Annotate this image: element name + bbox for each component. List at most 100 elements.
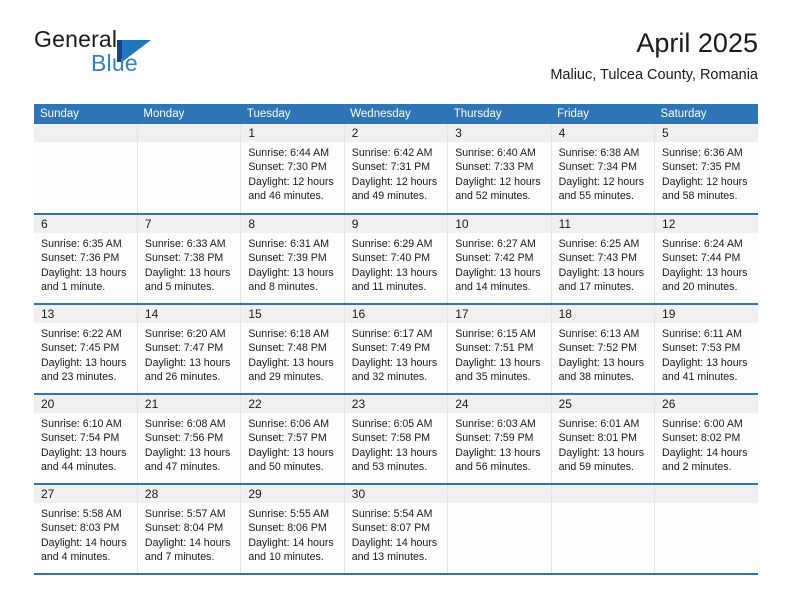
- calendar-day-cell[interactable]: 25 Sunrise: 6:01 AM Sunset: 8:01 PM Dayligh…: [550, 394, 655, 485]
- sunrise-text: Sunrise: 6:35 AM: [41, 238, 122, 250]
- calendar-day-cell[interactable]: 30 Sunrise: 5:54 AM Sunset: 8:07 PM Dayligh…: [343, 484, 448, 575]
- daylight-text: and 38 minutes.: [558, 370, 634, 383]
- day-details: Sunrise: 6:42 AM Sunset: 7:31 PM Daylight:…: [345, 142, 447, 203]
- logo-text-blue: Blue: [91, 50, 138, 76]
- calendar-day-cell[interactable]: 26 Sunrise: 6:00 AM Sunset: 8:02 PM Dayligh…: [654, 394, 758, 485]
- calendar-day-cell-empty: [550, 484, 655, 575]
- calendar-day-cell[interactable]: 20 Sunrise: 6:10 AM Sunset: 7:54 PM Dayligh…: [34, 394, 138, 485]
- sunset-text: Sunset: 8:01 PM: [558, 432, 637, 445]
- calendar-day-cell[interactable]: 19 Sunrise: 6:11 AM Sunset: 7:53 PM Dayligh…: [654, 304, 758, 395]
- calendar-day-cell[interactable]: 23 Sunrise: 6:05 AM Sunset: 7:58 PM Dayligh…: [343, 394, 448, 485]
- daylight-text: Daylight: 13 hours: [41, 356, 127, 369]
- daylight-text: and 49 minutes.: [351, 189, 428, 202]
- daylight-text: Daylight: 13 hours: [144, 446, 231, 459]
- calendar-day-cell[interactable]: 27 Sunrise: 5:58 AM Sunset: 8:03 PM Dayligh…: [34, 484, 138, 575]
- sunrise-text: Sunrise: 5:55 AM: [248, 508, 330, 520]
- sunrise-text: Sunrise: 6:15 AM: [455, 328, 536, 340]
- daylight-text: Daylight: 12 hours: [558, 175, 644, 188]
- sunset-text: Sunset: 7:31 PM: [351, 161, 431, 174]
- daylight-text: and 47 minutes.: [144, 460, 221, 473]
- day-details: Sunrise: 6:25 AM Sunset: 7:43 PM Daylight:…: [552, 233, 654, 294]
- calendar-day-cell[interactable]: 10 Sunrise: 6:27 AM Sunset: 7:42 PM Dayligh…: [447, 214, 552, 305]
- daylight-text: and 4 minutes.: [41, 550, 111, 563]
- sunrise-text: Sunrise: 6:44 AM: [248, 147, 330, 159]
- calendar-day-cell[interactable]: 18 Sunrise: 6:13 AM Sunset: 7:52 PM Dayligh…: [550, 304, 655, 395]
- daylight-text: and 50 minutes.: [248, 460, 324, 473]
- daylight-text: Daylight: 13 hours: [662, 356, 748, 369]
- calendar-day-cell-empty: [447, 484, 552, 575]
- day-number: 28: [137, 485, 241, 503]
- calendar-day-cell[interactable]: 12 Sunrise: 6:24 AM Sunset: 7:44 PM Dayligh…: [654, 214, 758, 305]
- day-details: Sunrise: 6:22 AM Sunset: 7:45 PM Daylight:…: [34, 323, 137, 384]
- daylight-text: and 29 minutes.: [248, 370, 324, 383]
- sunrise-text: Sunrise: 6:38 AM: [558, 147, 640, 159]
- day-number: [34, 124, 137, 142]
- calendar-day-cell[interactable]: 21 Sunrise: 6:08 AM Sunset: 7:56 PM Dayligh…: [136, 394, 241, 485]
- daylight-text: Daylight: 14 hours: [662, 446, 748, 459]
- day-details: Sunrise: 6:44 AM Sunset: 7:30 PM Daylight:…: [241, 142, 343, 203]
- calendar-day-cell[interactable]: 15 Sunrise: 6:18 AM Sunset: 7:48 PM Dayligh…: [240, 304, 345, 395]
- day-details: Sunrise: 6:05 AM Sunset: 7:58 PM Daylight:…: [345, 413, 447, 474]
- sunset-text: Sunset: 8:02 PM: [662, 432, 741, 445]
- sunset-text: Sunset: 7:42 PM: [455, 252, 534, 265]
- daylight-text: and 23 minutes.: [41, 370, 117, 383]
- day-number: 29: [241, 485, 344, 503]
- calendar-day-cell[interactable]: 14 Sunrise: 6:20 AM Sunset: 7:47 PM Dayligh…: [136, 304, 241, 395]
- sunset-text: Sunset: 7:39 PM: [248, 252, 327, 265]
- calendar-day-cell[interactable]: 28 Sunrise: 5:57 AM Sunset: 8:04 PM Dayligh…: [136, 484, 241, 575]
- calendar-day-cell[interactable]: 3 Sunrise: 6:40 AM Sunset: 7:33 PM Daylight…: [447, 124, 552, 215]
- sunrise-text: Sunrise: 6:03 AM: [455, 418, 536, 430]
- day-details: Sunrise: 6:24 AM Sunset: 7:44 PM Daylight:…: [655, 233, 758, 294]
- calendar-day-cell[interactable]: 11 Sunrise: 6:25 AM Sunset: 7:43 PM Dayligh…: [550, 214, 655, 305]
- calendar-day-cell[interactable]: 8 Sunrise: 6:31 AM Sunset: 7:39 PM Daylight…: [240, 214, 345, 305]
- calendar-day-cell[interactable]: 17 Sunrise: 6:15 AM Sunset: 7:51 PM Dayligh…: [447, 304, 552, 395]
- calendar-day-cell[interactable]: 13 Sunrise: 6:22 AM Sunset: 7:45 PM Dayligh…: [34, 304, 138, 395]
- day-details: Sunrise: 6:11 AM Sunset: 7:53 PM Daylight:…: [655, 323, 758, 384]
- weekday-header-monday: Monday: [137, 104, 241, 124]
- daylight-text: and 14 minutes.: [455, 280, 531, 293]
- daylight-text: and 46 minutes.: [248, 189, 324, 202]
- logo-text-general: General: [34, 26, 118, 52]
- calendar-day-cell[interactable]: 2 Sunrise: 6:42 AM Sunset: 7:31 PM Daylight…: [343, 124, 448, 215]
- sunrise-text: Sunrise: 6:33 AM: [144, 238, 226, 250]
- calendar-day-cell[interactable]: 5 Sunrise: 6:36 AM Sunset: 7:35 PM Daylight…: [654, 124, 758, 215]
- day-number: 12: [655, 215, 758, 233]
- day-number: 7: [137, 215, 241, 233]
- weekday-header-sunday: Sunday: [34, 104, 138, 124]
- daylight-text: Daylight: 13 hours: [351, 266, 438, 279]
- day-number: 3: [448, 124, 551, 142]
- daylight-text: Daylight: 14 hours: [144, 536, 231, 549]
- day-details: Sunrise: 6:01 AM Sunset: 8:01 PM Daylight:…: [552, 413, 654, 474]
- calendar-week-row: 20 Sunrise: 6:10 AM Sunset: 7:54 PM Dayligh…: [34, 394, 758, 485]
- sunrise-text: Sunrise: 5:58 AM: [41, 508, 122, 520]
- sunset-text: Sunset: 7:30 PM: [248, 161, 327, 174]
- sunset-text: Sunset: 7:59 PM: [455, 432, 534, 445]
- day-number: [655, 485, 758, 503]
- daylight-text: Daylight: 13 hours: [455, 356, 541, 369]
- daylight-text: Daylight: 13 hours: [248, 356, 334, 369]
- calendar-day-cell[interactable]: 1 Sunrise: 6:44 AM Sunset: 7:30 PM Daylight…: [240, 124, 345, 215]
- calendar-day-cell[interactable]: 16 Sunrise: 6:17 AM Sunset: 7:49 PM Dayligh…: [343, 304, 448, 395]
- sunrise-text: Sunrise: 6:05 AM: [351, 418, 433, 430]
- calendar-day-cell[interactable]: 7 Sunrise: 6:33 AM Sunset: 7:38 PM Daylight…: [136, 214, 241, 305]
- daylight-text: and 35 minutes.: [455, 370, 531, 383]
- title-block: April 2025 Maliuc, Tulcea County, Romani…: [238, 26, 758, 84]
- weekday-header-friday: Friday: [551, 104, 655, 124]
- calendar-day-cell[interactable]: 6 Sunrise: 6:35 AM Sunset: 7:36 PM Daylight…: [34, 214, 138, 305]
- calendar-day-cell-empty: [654, 484, 758, 575]
- day-number: 8: [241, 215, 344, 233]
- calendar-day-cell[interactable]: 29 Sunrise: 5:55 AM Sunset: 8:06 PM Dayligh…: [240, 484, 345, 575]
- day-details: Sunrise: 6:17 AM Sunset: 7:49 PM Daylight:…: [345, 323, 447, 384]
- calendar-day-cell[interactable]: 22 Sunrise: 6:06 AM Sunset: 7:57 PM Dayligh…: [240, 394, 345, 485]
- sunset-text: Sunset: 8:07 PM: [351, 522, 431, 535]
- calendar-day-cell[interactable]: 9 Sunrise: 6:29 AM Sunset: 7:40 PM Daylight…: [343, 214, 448, 305]
- daylight-text: Daylight: 13 hours: [351, 356, 438, 369]
- calendar-day-cell[interactable]: 4 Sunrise: 6:38 AM Sunset: 7:34 PM Daylight…: [550, 124, 655, 215]
- daylight-text: and 41 minutes.: [662, 370, 738, 383]
- sunrise-text: Sunrise: 6:40 AM: [455, 147, 536, 159]
- sunrise-sunset-calendar: Sunday Monday Tuesday Wednesday Thursday Frid…: [34, 104, 758, 575]
- calendar-day-cell[interactable]: 24 Sunrise: 6:03 AM Sunset: 7:59 PM Dayligh…: [447, 394, 552, 485]
- daylight-text: Daylight: 13 hours: [558, 446, 644, 459]
- calendar-week-row: 13 Sunrise: 6:22 AM Sunset: 7:45 PM Dayligh…: [34, 304, 758, 395]
- daylight-text: and 1 minute.: [41, 280, 106, 293]
